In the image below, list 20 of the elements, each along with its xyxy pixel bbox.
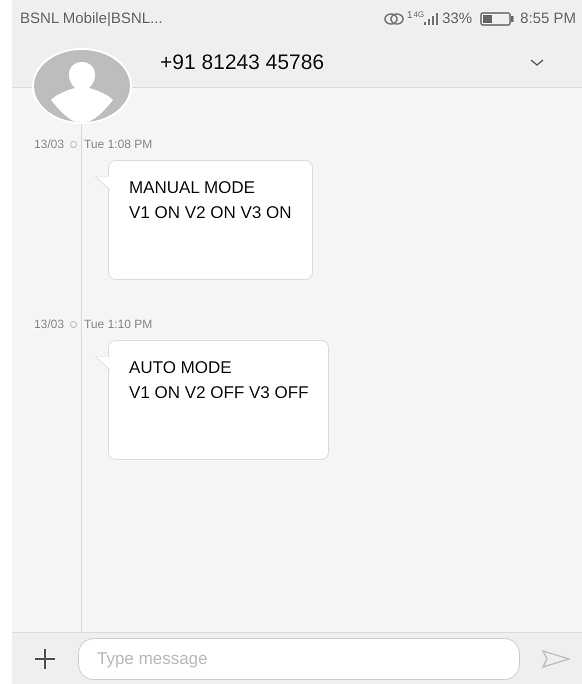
timeline-dot — [70, 140, 77, 148]
message-bubble: AUTO MODE V1 ON V2 OFF V3 OFF — [108, 340, 330, 460]
message-time: Tue 1:08 PM — [84, 136, 152, 153]
sync-icon — [382, 12, 405, 26]
message-date: 13/03 — [32, 136, 64, 153]
sim-number: 1 — [406, 9, 412, 23]
message-input[interactable]: Type message — [78, 638, 520, 680]
contact-number: +91 81243 45786 — [160, 50, 324, 76]
message-date: 13/03 — [32, 316, 64, 333]
message-time: Tue 1:10 PM — [84, 316, 152, 333]
timeline-dot — [70, 320, 77, 328]
add-icon[interactable] — [34, 648, 56, 670]
battery-percent: 33% — [442, 8, 472, 29]
network-type: 4G — [413, 9, 424, 21]
signal-icon — [424, 12, 438, 26]
chevron-down-icon[interactable] — [530, 58, 544, 66]
clock: 8:55 PM — [520, 8, 576, 29]
carrier-name: BSNL Mobile|BSNL... — [20, 8, 163, 29]
message-bubble: MANUAL MODE V1 ON V2 ON V3 ON — [108, 160, 312, 280]
battery-icon — [480, 12, 514, 26]
